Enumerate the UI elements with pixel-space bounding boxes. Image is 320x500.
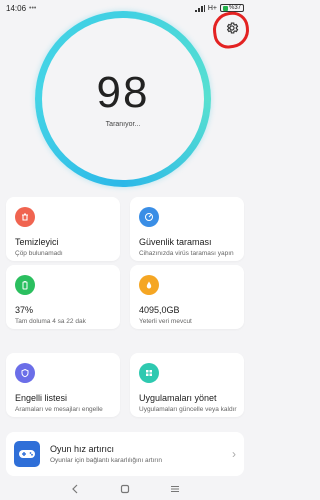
network-type: H+ <box>207 4 217 12</box>
card-title: 4095,0GB <box>139 305 180 315</box>
scan-status: Taranıyor... <box>105 120 141 128</box>
status-time: 14:06 <box>6 3 27 13</box>
charging-icon <box>222 5 228 11</box>
card-title: Temizleyici <box>15 237 59 247</box>
card-subtitle: Tam doluma 4 sa 22 dak <box>15 318 86 325</box>
card-manage-apps[interactable]: Uygulamaları yönet Uygulamaları güncelle… <box>130 353 244 417</box>
card-subtitle: Çöp bulunamadı <box>15 250 63 257</box>
card-game-booster[interactable]: Oyun hız artırıcı Oyunlar için bağlantı … <box>6 432 244 476</box>
gauge-icon <box>139 207 159 227</box>
back-button[interactable] <box>68 482 82 496</box>
grid-icon <box>139 363 159 383</box>
shield-icon <box>15 363 35 383</box>
card-battery[interactable]: 37% Tam doluma 4 sa 22 dak <box>6 265 120 329</box>
gear-icon <box>226 22 239 34</box>
recents-button[interactable] <box>168 482 182 496</box>
card-title: Uygulamaları yönet <box>139 393 217 403</box>
settings-button[interactable] <box>223 19 241 37</box>
menu-icon <box>171 485 179 493</box>
notification-icon: ••• <box>29 4 37 12</box>
battery-icon <box>15 275 35 295</box>
card-subtitle: Cihazınızda virüs taraması yapın <box>139 250 234 257</box>
score-ring[interactable]: 98 Taranıyor... <box>35 11 211 187</box>
droplet-icon <box>139 275 159 295</box>
card-title: Güvenlik taraması <box>139 237 212 247</box>
card-title: Engelli listesi <box>15 393 68 403</box>
card-title: 37% <box>15 305 34 315</box>
card-subtitle: Yeterli veri mevcut <box>139 318 192 325</box>
card-blocklist[interactable]: Engelli listesi Aramaları ve mesajları e… <box>6 353 120 417</box>
home-icon <box>120 484 130 494</box>
card-cleaner[interactable]: Temizleyici Çöp bulunamadı <box>6 197 120 261</box>
security-score: 98 <box>96 67 150 117</box>
trash-icon <box>15 207 35 227</box>
card-security-scan[interactable]: Güvenlik taraması Cihazınızda virüs tara… <box>130 197 244 261</box>
signal-icon <box>194 4 205 12</box>
card-subtitle: Uygulamaları güncelle veya kaldır <box>139 406 237 413</box>
home-button[interactable] <box>118 482 132 496</box>
card-subtitle: Oyunlar için bağlantı kararlılığını artı… <box>50 457 162 464</box>
gamepad-icon <box>14 441 40 467</box>
navigation-bar <box>0 478 250 500</box>
chevron-right-icon: › <box>232 447 236 461</box>
card-subtitle: Aramaları ve mesajları engelle <box>15 406 103 413</box>
battery-level: %37 <box>228 5 241 11</box>
card-storage[interactable]: 4095,0GB Yeterli veri mevcut <box>130 265 244 329</box>
back-icon <box>72 484 78 494</box>
card-title: Oyun hız artırıcı <box>50 444 115 454</box>
